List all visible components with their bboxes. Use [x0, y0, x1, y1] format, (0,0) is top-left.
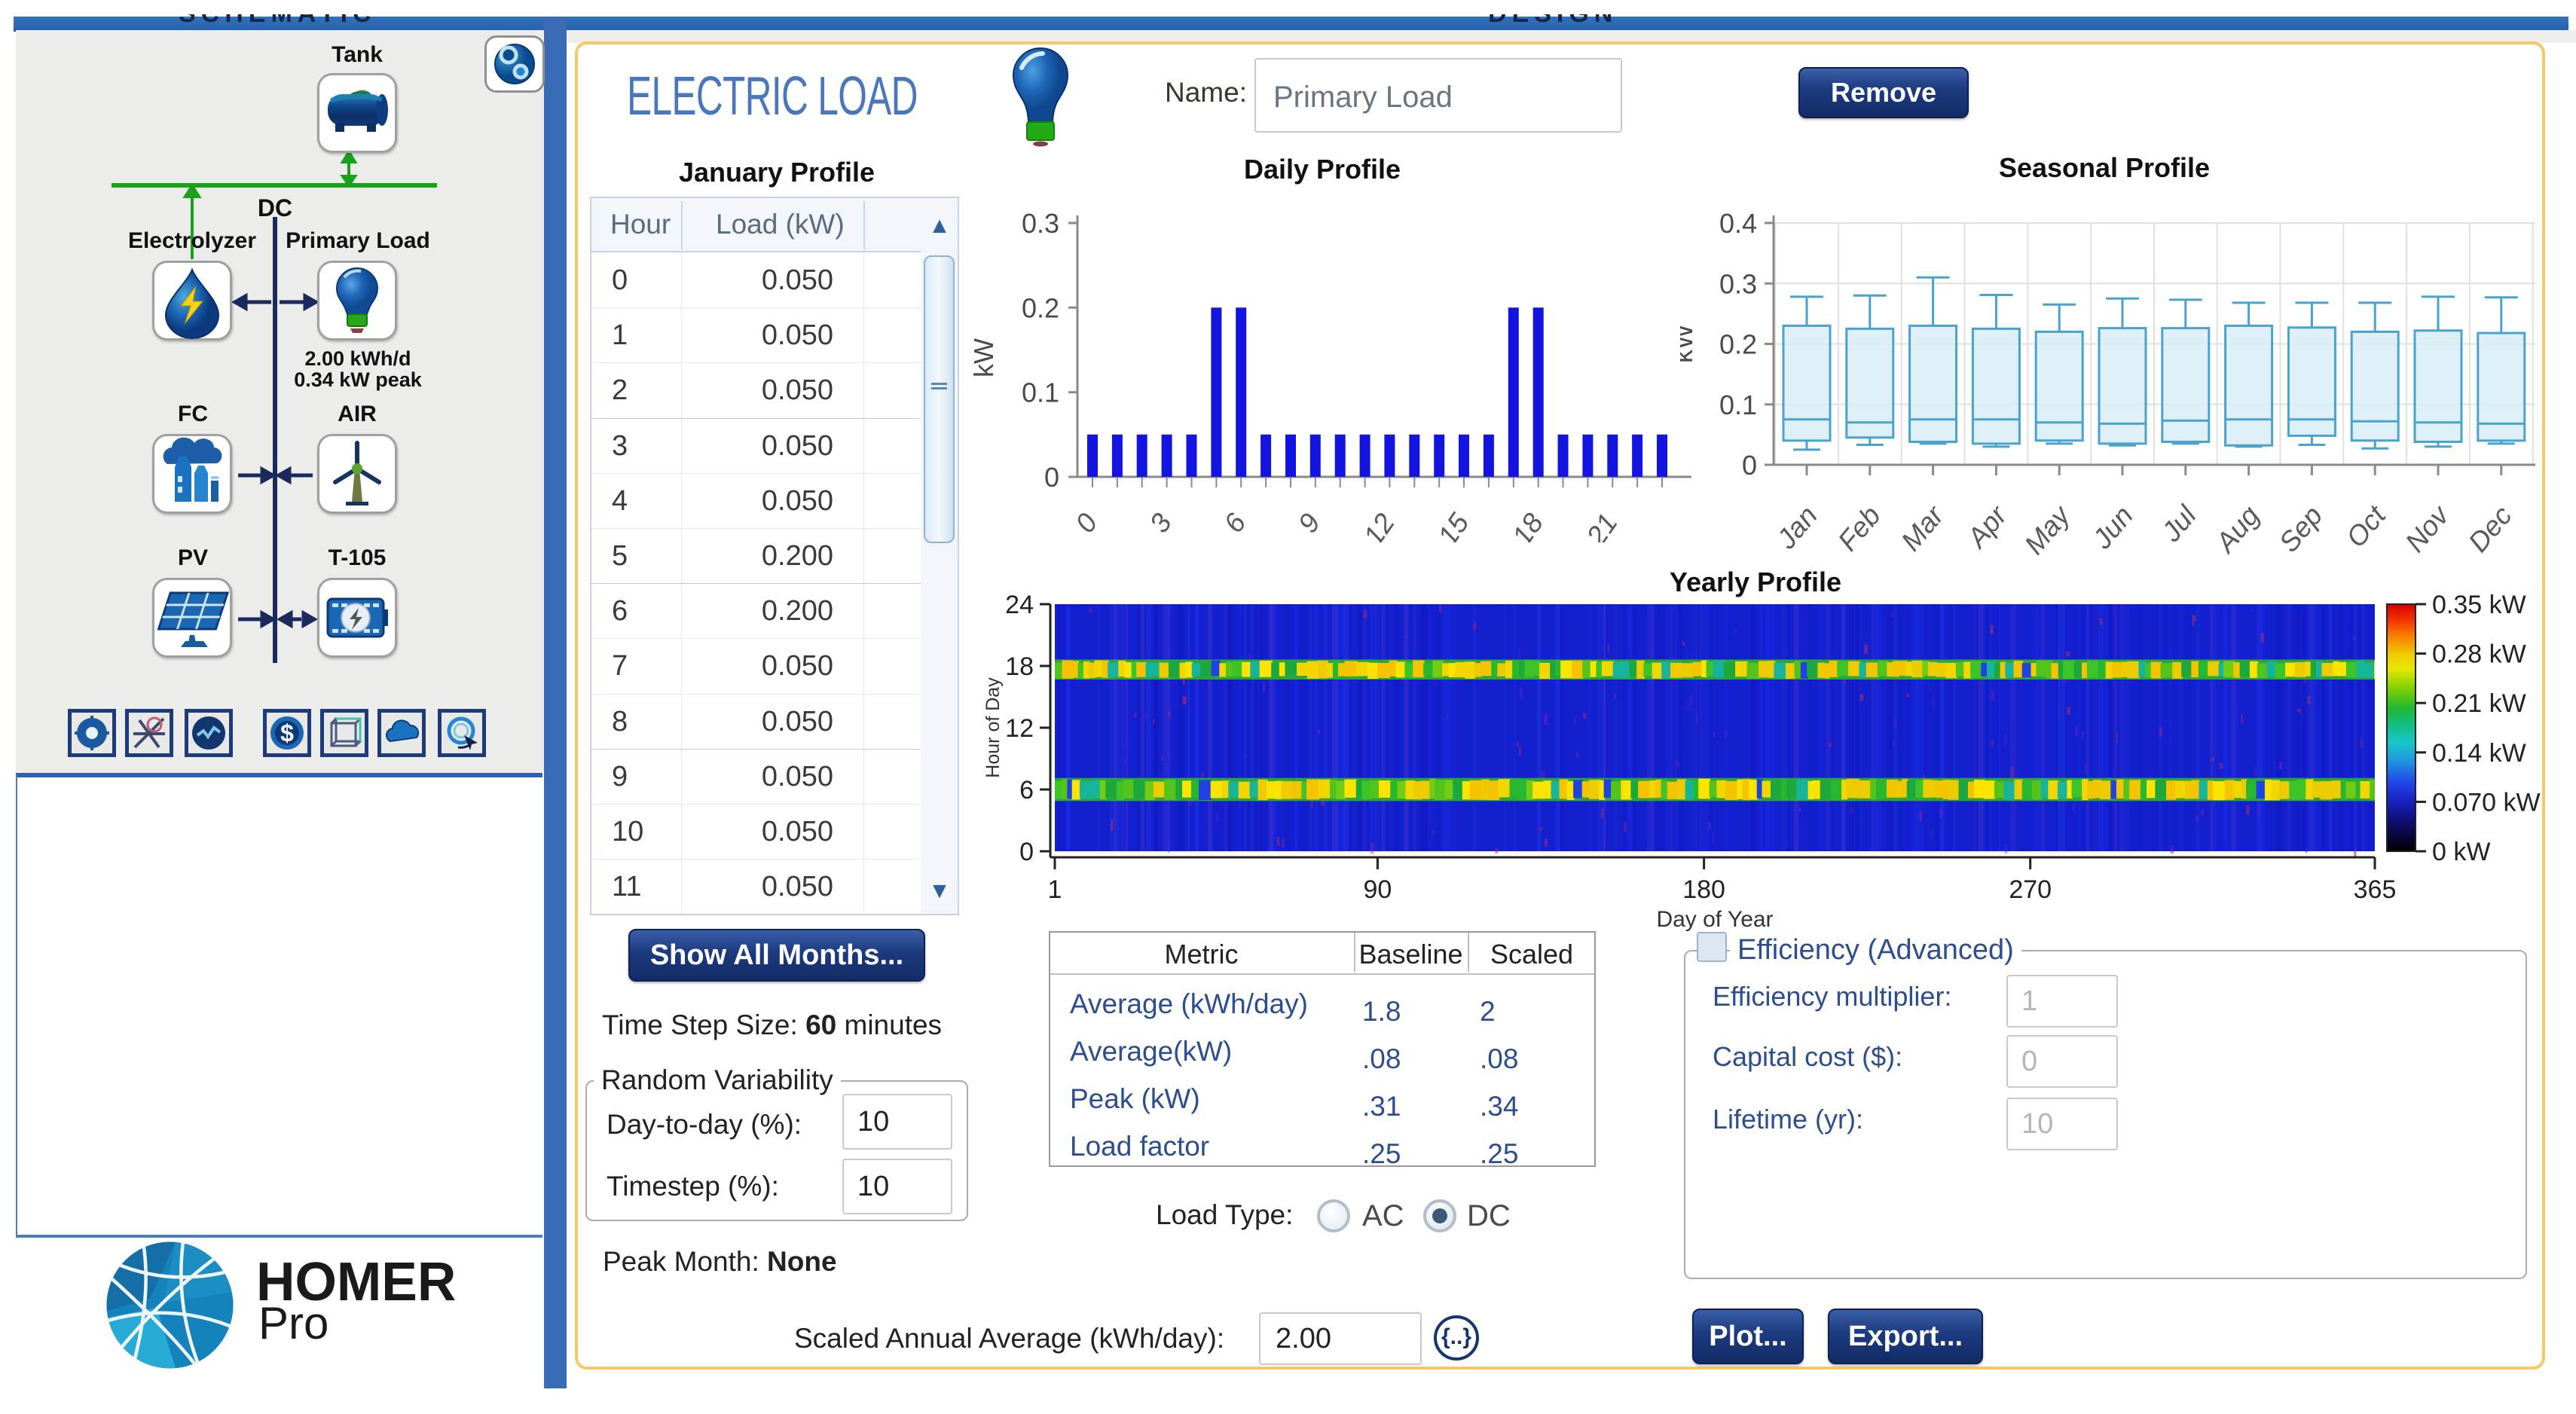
- svg-text:12: 12: [1358, 508, 1401, 542]
- svg-text:9: 9: [1292, 508, 1326, 538]
- svg-text:0.21 kW: 0.21 kW: [2432, 689, 2526, 718]
- svg-text:12: 12: [1005, 714, 1034, 743]
- svg-text:0.28 kW: 0.28 kW: [2432, 640, 2526, 669]
- svg-text:0.2: 0.2: [1719, 329, 1757, 360]
- svg-text:180: 180: [1682, 875, 1725, 904]
- svg-text:0 kW: 0 kW: [2432, 838, 2490, 866]
- svg-text:21: 21: [1580, 508, 1624, 542]
- svg-text:$: $: [280, 719, 294, 747]
- svg-text:Day of Year: Day of Year: [1656, 907, 1773, 932]
- svg-text:0.4: 0.4: [1719, 208, 1757, 239]
- svg-text:0.1: 0.1: [1022, 377, 1059, 408]
- svg-text:0.070 kW: 0.070 kW: [2432, 788, 2541, 817]
- svg-text:0.3: 0.3: [1719, 268, 1757, 299]
- svg-text:18: 18: [1005, 652, 1034, 681]
- svg-text:18: 18: [1506, 508, 1549, 542]
- svg-text:Oct: Oct: [2340, 499, 2393, 553]
- svg-text:6: 6: [1218, 508, 1252, 539]
- svg-text:May: May: [2018, 499, 2077, 560]
- svg-text:kW: kW: [972, 338, 999, 377]
- svg-text:24: 24: [1005, 591, 1034, 619]
- svg-text:0: 0: [1044, 462, 1059, 493]
- svg-text:Apr: Apr: [1960, 499, 2014, 554]
- svg-text:Nov: Nov: [2399, 499, 2455, 558]
- svg-text:1: 1: [1048, 875, 1062, 904]
- svg-text:Dec: Dec: [2462, 499, 2518, 557]
- svg-text:Jun: Jun: [2086, 500, 2139, 555]
- svg-text:0.35 kW: 0.35 kW: [2432, 591, 2526, 619]
- svg-text:3: 3: [1144, 508, 1178, 539]
- svg-text:Feb: Feb: [1832, 500, 1887, 557]
- svg-text:270: 270: [2009, 875, 2052, 904]
- svg-text:15: 15: [1432, 508, 1474, 542]
- svg-text:0: 0: [1019, 838, 1034, 866]
- svg-text:6: 6: [1019, 776, 1034, 805]
- svg-text:0.14 kW: 0.14 kW: [2432, 739, 2526, 768]
- svg-text:Jan: Jan: [1771, 500, 1823, 555]
- svg-text:0.2: 0.2: [1022, 292, 1059, 323]
- svg-text:0: 0: [1742, 450, 1757, 481]
- svg-text:0.1: 0.1: [1719, 389, 1757, 420]
- svg-text:Mar: Mar: [1895, 499, 1950, 557]
- svg-text:Sep: Sep: [2273, 500, 2329, 558]
- svg-text:Hour of Day: Hour of Day: [982, 677, 1004, 778]
- svg-text:Jul: Jul: [2155, 499, 2203, 548]
- svg-text:0.3: 0.3: [1022, 208, 1059, 239]
- svg-text:0: 0: [1069, 508, 1104, 539]
- svg-text:kW: kW: [1680, 324, 1698, 363]
- svg-text:90: 90: [1363, 875, 1392, 904]
- svg-text:Aug: Aug: [2209, 499, 2266, 559]
